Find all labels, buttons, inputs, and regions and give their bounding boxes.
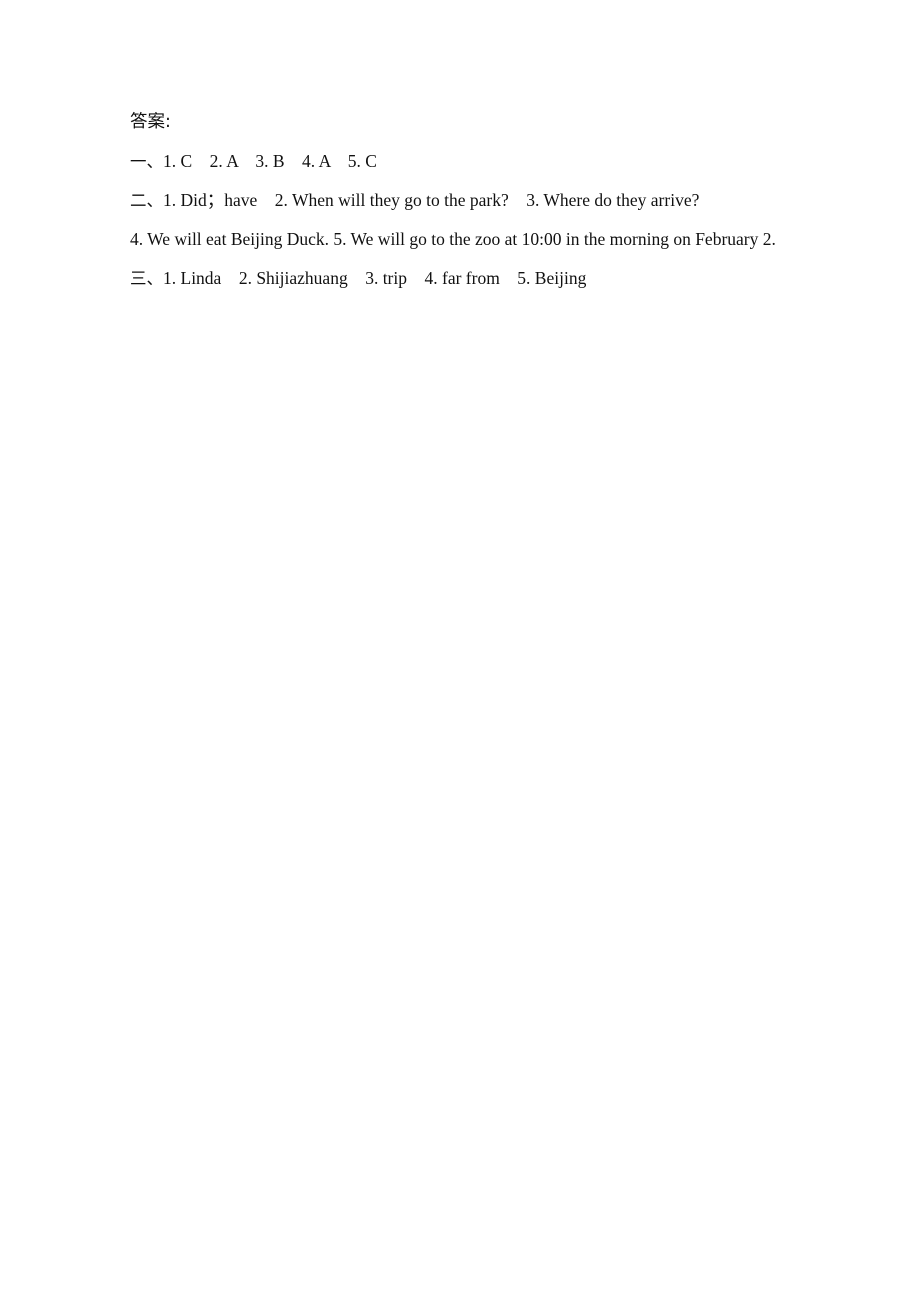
section-one: 一、1. C 2. A 3. B 4. A 5. C [130,142,790,181]
section-three-marker: 三、 [130,269,163,288]
section-two-marker: 二、 [130,191,163,210]
blank-page-area [0,340,920,1302]
section-two-items-first: 1. Did；have 2. When will they go to the … [163,190,700,210]
answer-key-heading: 答案: [130,112,171,132]
section-three: 三、1. Linda 2. Shijiazhuang 3. trip 4. fa… [130,259,790,298]
document-page: 答案: 一、1. C 2. A 3. B 4. A 5. C 二、1. Did；… [0,0,920,1302]
section-one-items: 1. C 2. A 3. B 4. A 5. C [163,151,377,171]
section-one-marker: 一、 [130,152,163,171]
section-two-line-two: 4. We will eat Beijing Duck. 5. We will … [130,229,776,249]
section-two-line-one: 二、1. Did；have 2. When will they go to th… [130,181,790,220]
section-three-items: 1. Linda 2. Shijiazhuang 3. trip 4. far … [163,268,587,288]
answer-key-content: 答案: 一、1. C 2. A 3. B 4. A 5. C 二、1. Did；… [130,103,790,298]
